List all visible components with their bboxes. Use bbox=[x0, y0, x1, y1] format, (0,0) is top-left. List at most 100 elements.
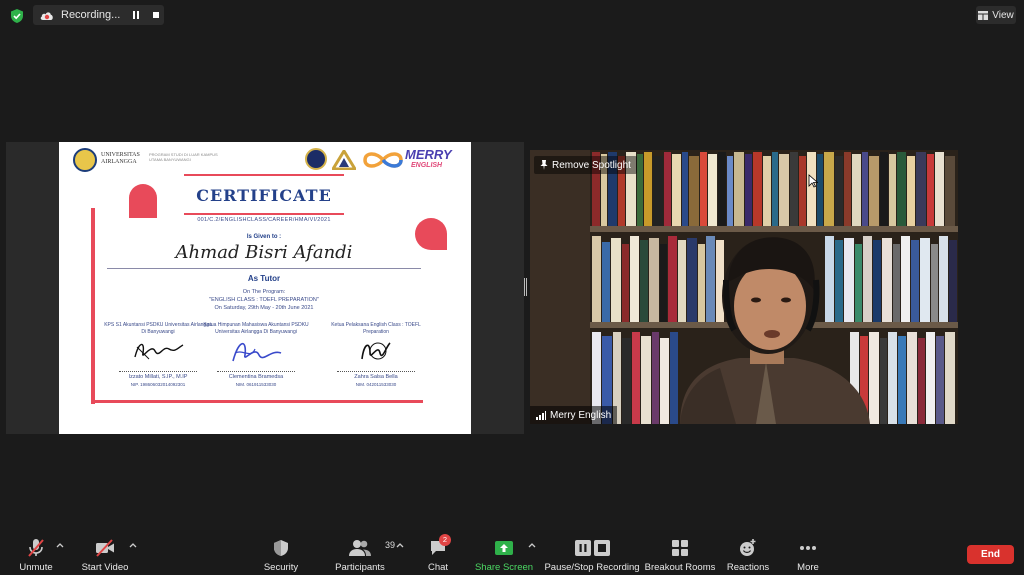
view-button[interactable]: View bbox=[976, 6, 1016, 24]
breakout-rooms-label: Breakout Rooms bbox=[644, 562, 716, 573]
reactions-button[interactable]: Reactions bbox=[726, 538, 770, 574]
cloud-recording-icon bbox=[40, 12, 53, 20]
pause-recording-icon[interactable] bbox=[131, 10, 141, 20]
stop-recording-icon[interactable] bbox=[151, 10, 161, 20]
reactions-smiley-icon bbox=[740, 539, 756, 556]
stop-icon bbox=[593, 540, 610, 556]
participant-name-tag: Merry English bbox=[530, 406, 618, 424]
share-screen-icon bbox=[495, 541, 513, 555]
more-label: More bbox=[797, 562, 819, 573]
participants-options-chevron-icon[interactable] bbox=[396, 542, 404, 548]
participants-icon bbox=[349, 540, 371, 556]
signature-line bbox=[337, 371, 415, 372]
end-meeting-button[interactable]: End bbox=[967, 545, 1014, 564]
signatory-role: KPS S1 Akuntansi PSDKU Universitas Airla… bbox=[104, 322, 212, 335]
certificate-number: 001/C.2/ENGLISHCLASS/CAREER/HMA/VI/2021 bbox=[197, 217, 331, 223]
title-underline bbox=[184, 213, 344, 215]
signatory-id: NIP. 198606032014092301 bbox=[130, 382, 186, 387]
university-name: UNIVERSITAS AIRLANGGA bbox=[101, 152, 140, 165]
signature-line bbox=[119, 371, 197, 372]
breakout-rooms-icon bbox=[672, 540, 688, 556]
participant-name: Merry English bbox=[550, 409, 612, 421]
share-screen-button[interactable]: Share Screen bbox=[474, 538, 534, 574]
program-line: "ENGLISH CLASS : TOEFL PREPARATION" bbox=[209, 297, 319, 303]
given-to-label: Is Given to : bbox=[246, 234, 282, 240]
remove-spotlight-label: Remove Spotlight bbox=[552, 159, 631, 171]
more-button[interactable]: More bbox=[792, 538, 824, 574]
pause-stop-label: Pause/Stop Recording bbox=[544, 562, 640, 573]
participants-count: 39 bbox=[385, 540, 396, 550]
university-subtitle: PROGRAM STUDI DI LUAR KAMPUS UTAMA BANYU… bbox=[149, 152, 218, 162]
certificate-title: CERTIFICATE bbox=[196, 186, 332, 205]
audio-options-chevron-icon[interactable] bbox=[56, 542, 64, 548]
signatory-name: Zahra Salsa Bella bbox=[354, 374, 398, 380]
remove-spotlight-button[interactable]: Remove Spotlight bbox=[534, 156, 637, 174]
signature-line bbox=[217, 371, 295, 372]
grid-view-icon bbox=[978, 10, 989, 20]
recording-label: Recording... bbox=[61, 9, 121, 21]
signatory-role: Ketua Pelaksana English Class : TOEFL Pr… bbox=[331, 322, 421, 335]
pin-icon bbox=[540, 160, 548, 170]
share-screen-label: Share Screen bbox=[474, 562, 534, 573]
breakout-rooms-button[interactable]: Breakout Rooms bbox=[644, 538, 716, 574]
security-button[interactable]: Security bbox=[262, 538, 300, 574]
video-options-chevron-icon[interactable] bbox=[129, 542, 137, 548]
participants-label: Participants bbox=[335, 562, 385, 573]
participant-video-feed bbox=[530, 150, 958, 424]
start-video-button[interactable]: Start Video bbox=[80, 538, 130, 574]
decorative-bar bbox=[91, 208, 95, 404]
pause-stop-recording-button[interactable]: Pause/Stop Recording bbox=[544, 538, 640, 574]
name-underline bbox=[107, 268, 421, 269]
signature-drawing bbox=[232, 342, 282, 362]
signatory-name: Clementina Bramedsa bbox=[228, 374, 284, 380]
program-line: On Saturday, 29th May - 20th June 2021 bbox=[214, 305, 314, 311]
signatory-id: NIM. 061911533030 bbox=[235, 382, 277, 387]
panel-resize-handle[interactable] bbox=[524, 278, 527, 296]
signature-drawing bbox=[361, 342, 391, 360]
recording-indicator: Recording... bbox=[33, 5, 164, 25]
unmute-label: Unmute bbox=[19, 562, 53, 573]
chat-label: Chat bbox=[427, 562, 449, 573]
signatory-name: Izzato Millati, S.IP., M.IP bbox=[128, 374, 188, 380]
zoom-meeting-window: Recording... View UNIVERSITAS AIRLANGGA … bbox=[0, 0, 1024, 575]
start-video-label: Start Video bbox=[81, 562, 129, 573]
faculty-seal-logo bbox=[305, 148, 327, 170]
recipient-role: As Tutor bbox=[247, 274, 281, 283]
signatory-block: KPS S1 Akuntansi PSDKU Universitas Airla… bbox=[103, 322, 213, 363]
signatory-block: Ketua Pelaksana English Class : TOEFL Pr… bbox=[321, 322, 431, 365]
brand-merry: MERRY bbox=[405, 147, 452, 162]
brand-english: ENGLISH bbox=[411, 162, 443, 169]
decorative-bar bbox=[184, 174, 344, 176]
chat-button[interactable]: 2 Chat bbox=[422, 534, 454, 574]
reactions-label: Reactions bbox=[726, 562, 770, 573]
signal-bars-icon bbox=[536, 410, 546, 420]
encryption-shield-icon[interactable] bbox=[9, 8, 25, 24]
decorative-shape bbox=[415, 218, 447, 250]
signature-drawing bbox=[134, 343, 184, 360]
signatory-id: NIM. 042011533030 bbox=[355, 382, 397, 387]
pause-icon bbox=[574, 540, 591, 556]
triangle-logo bbox=[332, 150, 356, 170]
decorative-shape bbox=[129, 184, 157, 218]
program-line: On The Program: bbox=[242, 289, 286, 295]
meeting-toolbar: Unmute Start Video Security 39 Participa… bbox=[0, 530, 1024, 575]
recipient-name: Ahmad Bisri Afandi bbox=[175, 242, 353, 263]
security-shield-icon bbox=[274, 540, 288, 556]
share-options-chevron-icon[interactable] bbox=[528, 542, 536, 548]
chat-unread-badge: 2 bbox=[439, 534, 451, 546]
certificate-document: UNIVERSITAS AIRLANGGA PROGRAM STUDI DI L… bbox=[59, 142, 471, 434]
participants-button[interactable]: 39 Participants bbox=[334, 538, 395, 574]
university-seal-logo bbox=[73, 148, 97, 172]
signatory-block: Ketua Himpunan Mahasiswa Akuntansi PSDKU… bbox=[201, 322, 311, 365]
microphone-muted-icon bbox=[28, 539, 44, 557]
security-label: Security bbox=[263, 562, 299, 573]
unmute-button[interactable]: Unmute bbox=[14, 538, 58, 574]
shared-screen-panel: UNIVERSITAS AIRLANGGA PROGRAM STUDI DI L… bbox=[6, 142, 524, 434]
mouse-cursor-icon bbox=[808, 174, 818, 188]
video-camera-off-icon bbox=[96, 539, 114, 557]
signatory-role: Ketua Himpunan Mahasiswa Akuntansi PSDKU… bbox=[203, 322, 309, 335]
infinity-logo bbox=[363, 152, 403, 168]
video-tile-merry-english[interactable]: Remove Spotlight Merry English bbox=[530, 150, 958, 424]
view-label: View bbox=[992, 9, 1014, 21]
more-dots-icon bbox=[800, 546, 816, 550]
